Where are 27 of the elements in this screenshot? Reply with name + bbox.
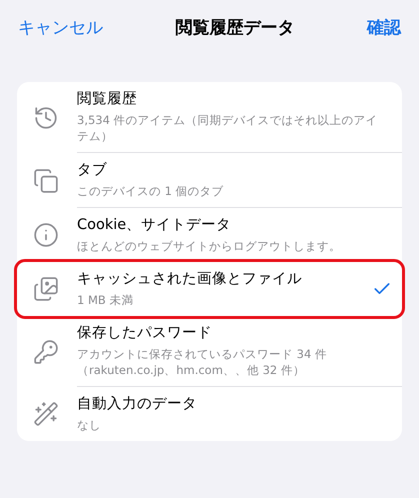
option-title: 閲覧履歴 xyxy=(77,90,138,109)
option-row[interactable]: 自動入力のデータ なし xyxy=(17,387,402,441)
option-detail: 1 MB 未満 xyxy=(77,292,134,308)
option-title: Cookie、サイトデータ xyxy=(77,216,232,235)
option-row[interactable]: タブ このデバイスの 1 個のタブ xyxy=(17,153,402,208)
option-detail: アカウントに保存されているパスワード 34 件（rakuten.co.jp、hm.com、、他 32 件） xyxy=(77,346,328,378)
tabs-icon xyxy=(33,168,59,194)
confirm-button[interactable]: 確認 xyxy=(367,16,401,42)
option-detail: なし xyxy=(77,417,102,433)
option-row[interactable]: 保存したパスワード アカウントに保存されているパスワード 34 件（rakuten.co.jp、hm.com、、他 32 件） xyxy=(17,316,402,387)
option-row[interactable]: Cookie、サイトデータ ほとんどのウェブサイトからログアウトします。 xyxy=(17,208,402,262)
option-detail: 3,534 件のアイテム（同期デバイスではそれ以上のアイテム） xyxy=(77,112,379,144)
dialog-title: 閲覧履歴データ xyxy=(176,17,294,40)
magic-wand-icon xyxy=(33,401,59,427)
option-title: タブ xyxy=(77,161,108,180)
option-title: 自動入力のデータ xyxy=(77,395,198,414)
key-icon xyxy=(33,338,59,364)
option-detail: このデバイスの 1 個のタブ xyxy=(77,183,225,199)
option-detail: ほとんどのウェブサイトからログアウトします。 xyxy=(77,238,342,254)
images-icon xyxy=(33,276,59,302)
option-row[interactable]: キャッシュされた画像とファイル 1 MB 未満 xyxy=(17,262,402,316)
option-title: 保存したパスワード xyxy=(77,324,213,343)
cancel-button[interactable]: キャンセル xyxy=(18,16,103,42)
history-icon xyxy=(33,104,59,130)
info-icon xyxy=(33,222,59,248)
option-row[interactable]: 閲覧履歴 3,534 件のアイテム（同期デバイスではそれ以上のアイテム） xyxy=(17,82,402,153)
option-title: キャッシュされた画像とファイル xyxy=(77,270,303,289)
